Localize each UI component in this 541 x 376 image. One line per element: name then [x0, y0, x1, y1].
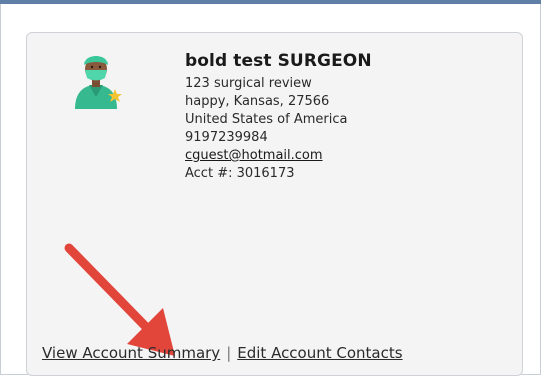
account-links: View Account Summary | Edit Account Contac… [42, 344, 403, 362]
city-state-zip: happy, Kansas, 27566 [185, 94, 330, 109]
account-name: bold test SURGEON [185, 51, 372, 71]
edit-account-contacts-link[interactable]: Edit Account Contacts [237, 344, 402, 362]
email-link[interactable]: cguest@hotmail.com [185, 148, 323, 163]
view-account-summary-link[interactable]: View Account Summary [42, 344, 220, 362]
phone-number: 9197239984 [185, 130, 268, 145]
account-number: Acct #: 3016173 [185, 166, 295, 181]
link-separator: | [226, 344, 232, 362]
country: United States of America [185, 112, 348, 127]
account-card: bold test SURGEON 123 surgical review ha… [26, 32, 523, 376]
address-line: 123 surgical review [185, 76, 312, 91]
panel-frame: bold test SURGEON 123 surgical review ha… [0, 4, 541, 376]
surgeon-avatar-icon [75, 56, 122, 109]
contact-info: bold test SURGEON 123 surgical review ha… [185, 51, 372, 183]
